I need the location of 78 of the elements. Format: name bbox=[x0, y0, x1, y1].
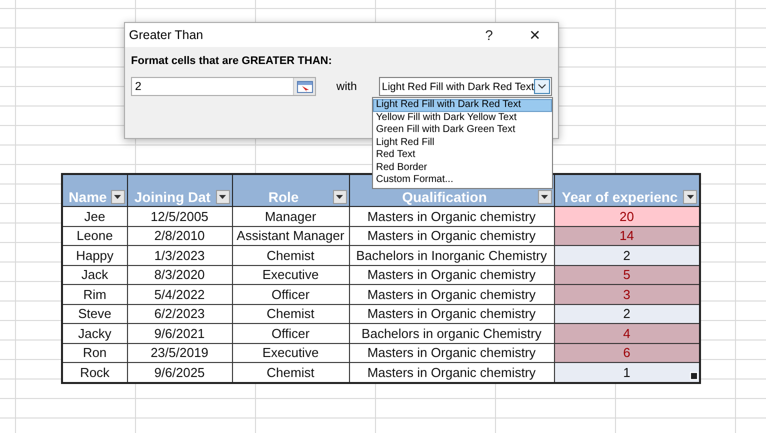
help-button[interactable]: ? bbox=[466, 23, 512, 47]
dropdown-option[interactable]: Light Red Fill with Dark Red Text bbox=[373, 99, 552, 112]
filter-button[interactable] bbox=[683, 190, 697, 204]
caret-icon bbox=[336, 195, 343, 199]
dropdown-option[interactable]: Green Fill with Dark Green Text bbox=[373, 124, 552, 136]
table-cell: Assistant Manager bbox=[232, 226, 349, 246]
dropdown-button[interactable] bbox=[534, 79, 550, 94]
table-cell: Jee bbox=[62, 206, 127, 226]
dropdown-option[interactable]: Red Text bbox=[373, 149, 552, 162]
table-cell: 5 bbox=[554, 265, 700, 284]
table-cell: Masters in Organic chemistry bbox=[349, 304, 554, 324]
table-cell: 2 bbox=[554, 304, 700, 324]
table-cell: Chemist bbox=[232, 304, 349, 324]
table-cell: 8/3/2020 bbox=[127, 265, 232, 284]
table-cell: Chemist bbox=[232, 362, 349, 382]
dropdown-option[interactable]: Custom Format... bbox=[373, 174, 552, 186]
table-cell: Bachelors in Inorganic Chemistry bbox=[349, 246, 554, 265]
table-cell: Manager bbox=[232, 206, 349, 226]
format-dropdown[interactable]: Light Red Fill with Dark Red Text bbox=[378, 77, 552, 96]
table-cell: Masters in Organic chemistry bbox=[349, 343, 554, 362]
table-cell: Officer bbox=[232, 284, 349, 304]
table-cell: Chemist bbox=[232, 246, 349, 265]
table-cell: 5/4/2022 bbox=[127, 284, 232, 304]
table-cell: Jack bbox=[62, 265, 127, 284]
table-cell: Jacky bbox=[62, 324, 127, 343]
filter-button[interactable] bbox=[538, 190, 552, 204]
table-cell: Happy bbox=[62, 246, 127, 265]
column-header: Joining Dat bbox=[127, 174, 232, 206]
table-cell: 12/5/2005 bbox=[127, 206, 232, 226]
table-cell: Masters in Organic chemistry bbox=[349, 265, 554, 284]
table-cell: 2 bbox=[554, 246, 700, 265]
table-cell: 4 bbox=[554, 324, 700, 343]
caret-icon bbox=[686, 195, 694, 199]
table-cell: 9/6/2025 bbox=[127, 362, 232, 382]
table-cell: Leone bbox=[62, 226, 127, 246]
dialog-title: Greater Than bbox=[129, 28, 204, 42]
caret-icon bbox=[219, 195, 226, 199]
dropdown-option[interactable]: Red Border bbox=[373, 162, 552, 174]
close-button[interactable]: ✕ bbox=[512, 23, 558, 47]
table-cell: Executive bbox=[232, 343, 349, 362]
filter-button[interactable] bbox=[110, 190, 124, 204]
table-cell: Officer bbox=[232, 324, 349, 343]
table-cell: Executive bbox=[232, 265, 349, 284]
table-cell: Steve bbox=[62, 304, 127, 324]
table-cell: Masters in Organic chemistry bbox=[349, 284, 554, 304]
caret-icon bbox=[541, 195, 548, 199]
table-cell: 9/6/2021 bbox=[127, 324, 232, 343]
table-cell: 6 bbox=[554, 343, 700, 362]
column-header: Name bbox=[62, 174, 127, 206]
column-header: Role bbox=[232, 174, 349, 206]
table-cell: 6/2/2023 bbox=[127, 304, 232, 324]
table-cell: 2/8/2010 bbox=[127, 226, 232, 246]
prompt-label: Format cells that are GREATER THAN: bbox=[130, 54, 333, 69]
column-header: Year of experienc bbox=[554, 174, 700, 206]
table-cell: 20 bbox=[554, 206, 700, 226]
table-cell: 1 bbox=[554, 362, 700, 382]
range-picker-button[interactable] bbox=[293, 78, 316, 95]
table-cell: 1/3/2023 bbox=[127, 246, 232, 265]
filter-button[interactable] bbox=[332, 190, 346, 204]
table-cell: Masters in Organic chemistry bbox=[349, 226, 554, 246]
table-cell: 14 bbox=[554, 226, 700, 246]
table-cell: Rim bbox=[62, 284, 127, 304]
caret-icon bbox=[114, 195, 121, 199]
filter-button[interactable] bbox=[216, 190, 230, 204]
with-label: with bbox=[335, 80, 358, 92]
fill-handle[interactable] bbox=[690, 372, 698, 380]
table-cell: 3 bbox=[554, 284, 700, 304]
value-field[interactable]: 2 bbox=[131, 77, 316, 96]
table-cell: Bachelors in organic Chemistry bbox=[349, 324, 554, 343]
dropdown-option[interactable]: Light Red Fill bbox=[373, 136, 552, 149]
range-picker-icon bbox=[296, 80, 313, 92]
table-cell: 23/5/2019 bbox=[127, 343, 232, 362]
table-cell: Ron bbox=[62, 343, 127, 362]
dropdown-option[interactable]: Yellow Fill with Dark Yellow Text bbox=[373, 112, 552, 124]
table-cell: Masters in Organic chemistry bbox=[349, 206, 554, 226]
table-cell: Rock bbox=[62, 362, 127, 382]
table-cell: Masters in Organic chemistry bbox=[349, 362, 554, 382]
chevron-down-icon bbox=[538, 84, 546, 89]
